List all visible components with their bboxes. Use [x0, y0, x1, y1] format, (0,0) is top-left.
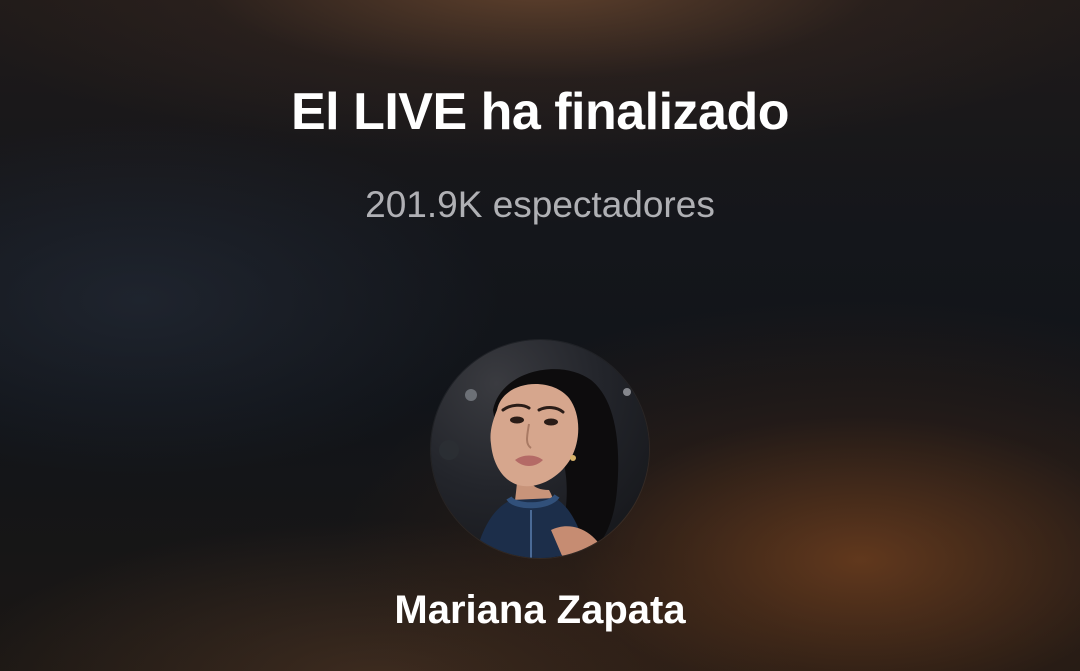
live-ended-screen: El LIVE ha finalizado 201.9K espectadore…	[0, 0, 1080, 671]
host-avatar[interactable]	[431, 340, 649, 558]
viewer-count: 201.9K espectadores	[365, 184, 715, 225]
host-name[interactable]: Mariana Zapata	[0, 588, 1080, 633]
live-ended-title: El LIVE ha finalizado	[290, 83, 790, 141]
profile-photo-avatar-icon	[439, 369, 631, 558]
